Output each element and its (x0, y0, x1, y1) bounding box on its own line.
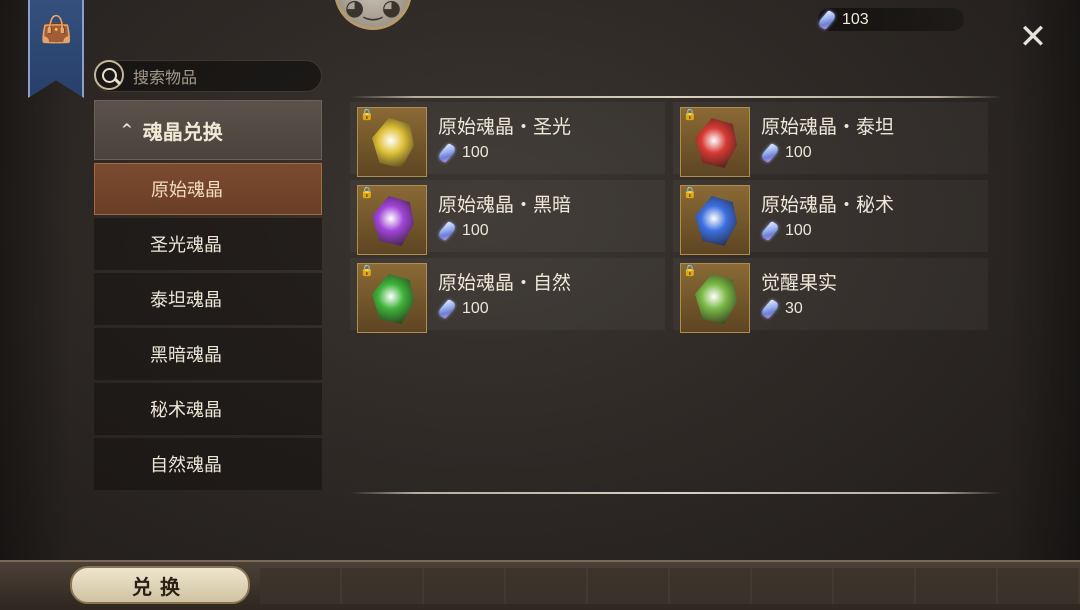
soul-crystal-icon (818, 11, 836, 29)
chevron-up-icon: ^ (121, 122, 133, 138)
item-name: 原始魂晶・黑暗 (438, 194, 572, 216)
shop-item[interactable]: 🔒 原始魂晶・黑暗 100 (350, 180, 665, 255)
item-thumbnail: 🔒 (680, 185, 750, 255)
item-name: 原始魂晶・自然 (438, 272, 572, 294)
sidebar-item-label: 圣光魂晶 (150, 235, 222, 256)
item-name: 觉醒果实 (761, 272, 838, 294)
item-price-value: 100 (462, 144, 489, 161)
bag-icon: 👜 (40, 15, 73, 45)
item-thumbnail: 🔒 (680, 263, 750, 333)
item-price: 100 (438, 144, 489, 162)
search-bar (94, 60, 322, 93)
exchange-button[interactable]: 兑换 (70, 566, 250, 604)
item-thumbnail: 🔒 (357, 185, 427, 255)
item-name: 原始魂晶・圣光 (438, 116, 572, 138)
sidebar-item-holy[interactable]: 圣光魂晶 (94, 218, 322, 270)
item-thumbnail: 🔒 (680, 107, 750, 177)
item-price: 100 (761, 144, 812, 162)
awakening-fruit-icon (695, 274, 737, 324)
search-icon[interactable] (94, 60, 124, 90)
lock-icon: 🔒 (360, 264, 374, 277)
item-price-value: 100 (785, 222, 812, 239)
lock-icon: 🔒 (360, 108, 374, 121)
lock-icon: 🔒 (683, 108, 697, 121)
currency-display: 103 (818, 8, 964, 31)
sidebar-item-label: 自然魂晶 (150, 455, 222, 476)
inventory-bag-banner[interactable]: 👜 (28, 0, 84, 98)
close-button[interactable]: ✕ (1016, 20, 1050, 54)
arcane-crystal-icon (695, 196, 737, 246)
category-header-label: 魂晶兑换 (142, 119, 223, 144)
shop-item-panel: 🔒 原始魂晶・圣光 100 🔒 原始魂晶・泰坦 100 🔒 原始魂晶・黑暗 10… (350, 96, 1002, 494)
item-thumbnail: 🔒 (357, 263, 427, 333)
lock-icon: 🔒 (683, 186, 697, 199)
nature-crystal-icon (372, 274, 414, 324)
shop-item[interactable]: 🔒 原始魂晶・圣光 100 (350, 102, 665, 177)
item-price-value: 30 (785, 300, 803, 317)
shop-item[interactable]: 🔒 原始魂晶・秘术 100 (673, 180, 988, 255)
search-input[interactable] (131, 61, 315, 93)
category-sidebar: ^ 魂晶兑换 原始魂晶 圣光魂晶 泰坦魂晶 黑暗魂晶 秘术魂晶 自然魂晶 (94, 100, 322, 494)
lock-icon: 🔒 (360, 186, 374, 199)
category-header-soul-exchange[interactable]: ^ 魂晶兑换 (94, 100, 322, 160)
item-price-value: 100 (462, 300, 489, 317)
item-name: 原始魂晶・泰坦 (761, 116, 895, 138)
holy-crystal-icon (372, 118, 414, 168)
soul-crystal-icon (438, 300, 456, 318)
sidebar-item-label: 黑暗魂晶 (150, 345, 222, 366)
currency-amount: 103 (842, 10, 869, 28)
item-price: 100 (438, 300, 489, 318)
ornament-pattern (260, 568, 1080, 604)
item-thumbnail: 🔒 (357, 107, 427, 177)
item-price-value: 100 (462, 222, 489, 239)
item-name: 原始魂晶・秘术 (761, 194, 895, 216)
soul-crystal-icon (438, 222, 456, 240)
soul-crystal-icon (761, 222, 779, 240)
item-price: 30 (761, 300, 803, 318)
sidebar-item-arcane[interactable]: 秘术魂晶 (94, 383, 322, 435)
soul-crystal-icon (438, 144, 456, 162)
item-price: 100 (761, 222, 812, 240)
sidebar-item-nature[interactable]: 自然魂晶 (94, 438, 322, 490)
shop-item[interactable]: 🔒 原始魂晶・自然 100 (350, 258, 665, 333)
shop-item[interactable]: 🔒 觉醒果实 30 (673, 258, 988, 333)
titan-crystal-icon (695, 118, 737, 168)
divider (350, 492, 1002, 494)
sidebar-item-label: 泰坦魂晶 (150, 290, 222, 311)
dark-crystal-icon (372, 196, 414, 246)
soul-crystal-icon (761, 300, 779, 318)
divider (350, 96, 1002, 98)
item-price: 100 (438, 222, 489, 240)
item-price-value: 100 (785, 144, 812, 161)
sidebar-item-primal[interactable]: 原始魂晶 (94, 163, 322, 215)
sidebar-item-titan[interactable]: 泰坦魂晶 (94, 273, 322, 325)
lock-icon: 🔒 (683, 264, 697, 277)
avatar[interactable]: ◕‿◕ (334, 0, 412, 30)
shop-item[interactable]: 🔒 原始魂晶・泰坦 100 (673, 102, 988, 177)
avatar-face-icon: ◕‿◕ (344, 0, 402, 21)
soul-crystal-icon (761, 144, 779, 162)
sidebar-item-dark[interactable]: 黑暗魂晶 (94, 328, 322, 380)
sidebar-item-label: 原始魂晶 (151, 180, 223, 201)
sidebar-item-label: 秘术魂晶 (150, 400, 222, 421)
